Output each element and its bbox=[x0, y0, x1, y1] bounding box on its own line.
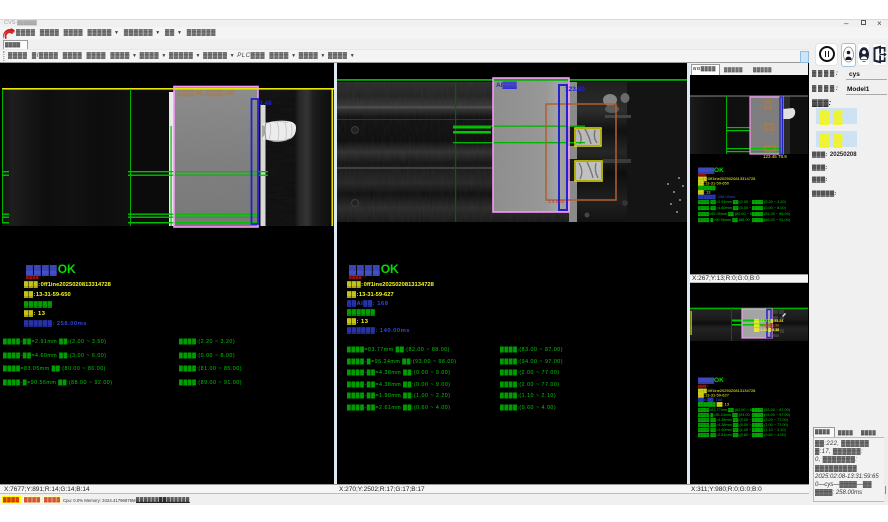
svg-text:▓▓:4.38 ▓:1.90: ▓▓:4.38 ▓:1.90 bbox=[754, 323, 779, 328]
svg-text:▓▓:2.61 ▓:4.38: ▓▓:2.61 ▓:4.38 bbox=[754, 327, 779, 332]
svg-text:1.4 2.61: 1.4 2.61 bbox=[548, 199, 565, 204]
svg-text:▓▓▓▓OK: ▓▓▓▓OK bbox=[698, 377, 724, 384]
svg-text:123.80: 123.80 bbox=[565, 86, 585, 93]
svg-text:3.48: 3.48 bbox=[259, 100, 272, 107]
svg-text:▒▒▒▒:93, ▒▒▒▒:100: ▒▒▒▒:93, ▒▒▒▒:100 bbox=[177, 90, 235, 97]
svg-text:123.45 78.9: 123.45 78.9 bbox=[763, 154, 787, 159]
svg-text:▓▓:83.77 ▓:95.24: ▓▓:83.77 ▓:95.24 bbox=[754, 318, 783, 323]
svg-text:AI▓▓▓: AI▓▓▓ bbox=[496, 81, 517, 89]
